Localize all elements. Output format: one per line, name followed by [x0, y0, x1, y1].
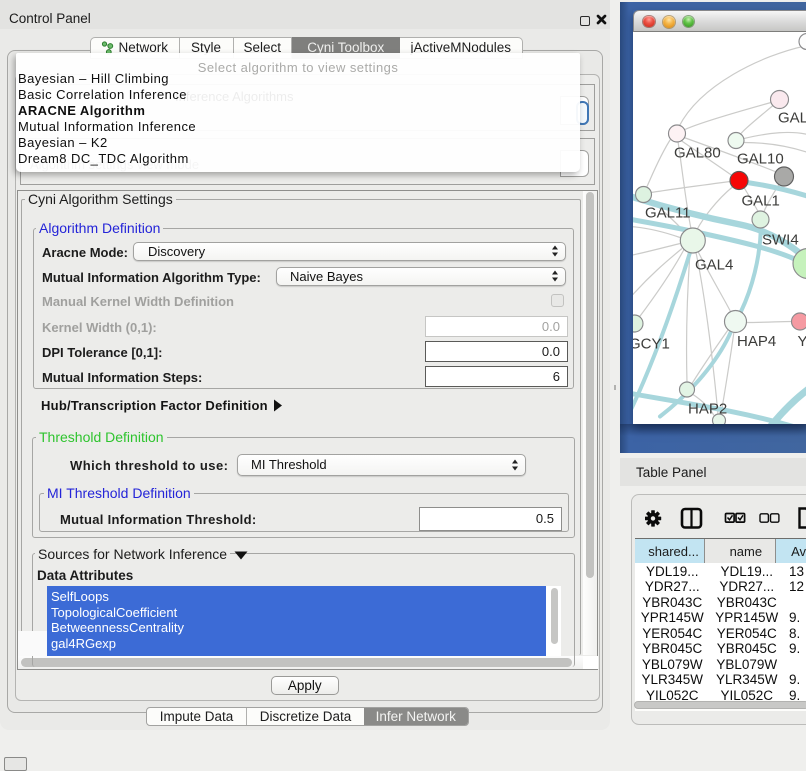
- svg-text:GAL10: GAL10: [737, 150, 784, 167]
- svg-text:GCY1: GCY1: [633, 335, 670, 352]
- svg-text:GAL11: GAL11: [645, 204, 691, 221]
- svg-text:GAL7: GAL7: [778, 109, 806, 126]
- svg-text:HAP2: HAP2: [688, 400, 727, 417]
- svg-text:GAL4: GAL4: [695, 256, 733, 273]
- svg-text:HAP4: HAP4: [737, 333, 776, 350]
- svg-text:SWI4: SWI4: [762, 231, 799, 248]
- svg-text:YM: YM: [798, 333, 806, 350]
- svg-text:GAL1: GAL1: [742, 192, 780, 209]
- svg-text:GAL80: GAL80: [674, 144, 721, 161]
